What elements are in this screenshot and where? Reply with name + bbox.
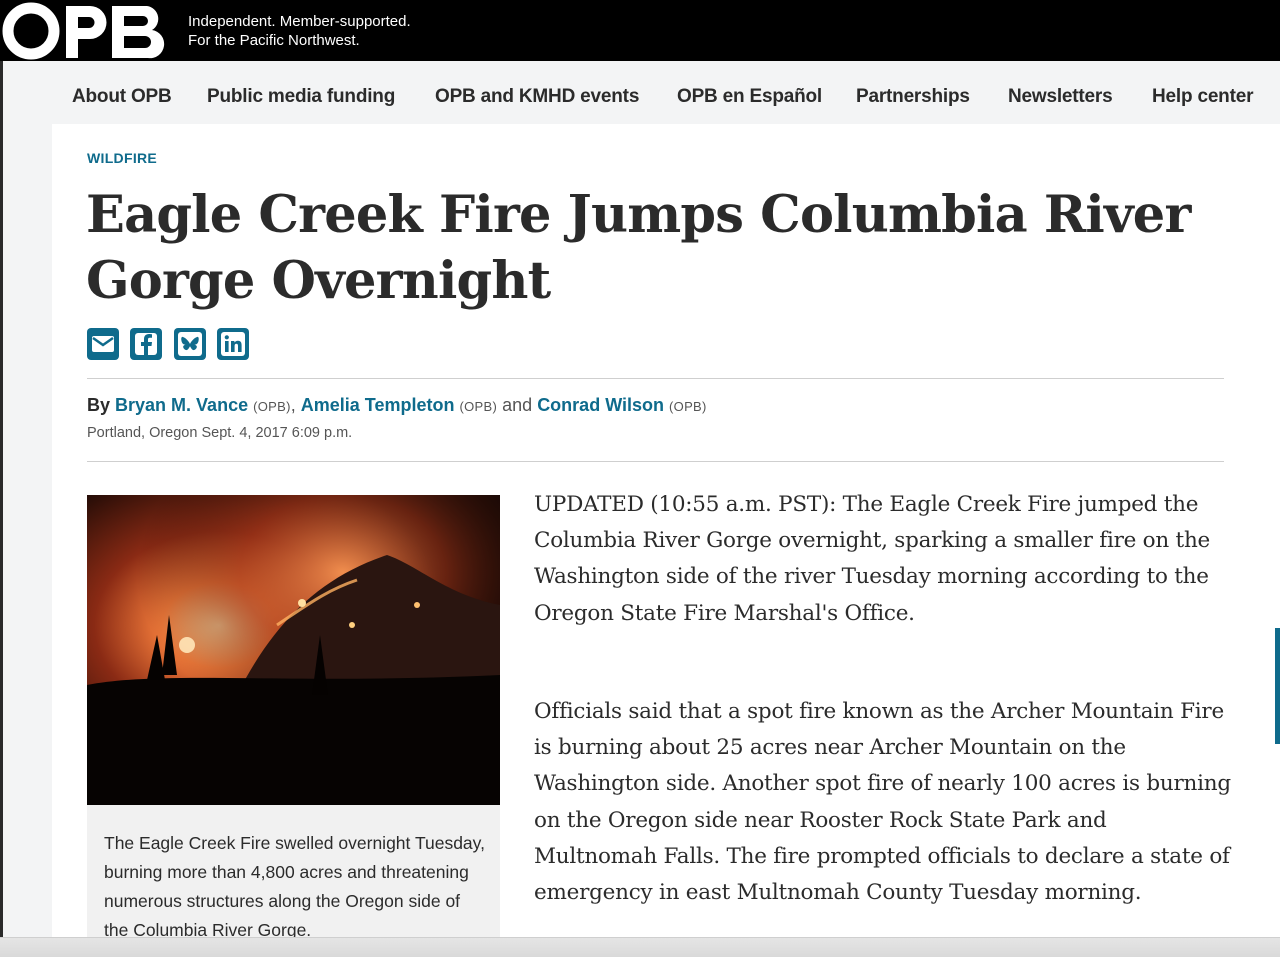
article-title: Eagle Creek Fire Jumps Columbia River Go… (86, 185, 1191, 311)
byline-comma: , (290, 395, 296, 415)
nav-about-opb[interactable]: About OPB (72, 86, 172, 108)
nav-help-center[interactable]: Help center (1152, 86, 1253, 108)
linkedin-share-button[interactable] (217, 328, 249, 360)
section-kicker[interactable]: WILDFIRE (87, 150, 157, 166)
email-icon (92, 336, 114, 352)
photo-caption-box: The Eagle Creek Fire swelled overnight T… (87, 805, 500, 957)
article-dateline: Portland, Oregon Sept. 4, 2017 6:09 p.m. (87, 425, 353, 441)
site-header: Independent. Member-supported. For the P… (0, 0, 1280, 61)
site-tagline: Independent. Member-supported. For the P… (188, 12, 411, 50)
author-org-1: (OPB) (253, 399, 291, 414)
window-bottom-edge (0, 937, 1280, 957)
nav-public-media-funding[interactable]: Public media funding (207, 86, 395, 108)
bluesky-share-button[interactable] (174, 328, 206, 360)
photo-caption: The Eagle Creek Fire swelled overnight T… (104, 833, 485, 940)
main-nav: About OPB Public media funding OPB and K… (52, 72, 1280, 124)
author-link-1[interactable]: Bryan M. Vance (115, 395, 248, 415)
linkedin-icon (221, 332, 245, 356)
tagline-line-1: Independent. Member-supported. (188, 13, 411, 30)
nav-partnerships[interactable]: Partnerships (856, 86, 970, 108)
article-paragraph-1: UPDATED (10:55 a.m. PST): The Eagle Cree… (534, 492, 1211, 626)
author-org-2: (OPB) (459, 399, 498, 414)
author-link-2[interactable]: Amelia Templeton (301, 395, 455, 415)
byline: By Bryan M. Vance (OPB), Amelia Templeto… (87, 395, 707, 416)
article-paragraph-2: Officials said that a spot fire known as… (534, 699, 1231, 906)
scrollbar-thumb[interactable] (1275, 628, 1280, 744)
email-share-button[interactable] (87, 328, 119, 360)
author-org-3: (OPB) (669, 399, 707, 414)
tagline-line-2: For the Pacific Northwest. (188, 32, 360, 49)
byline-by: By (87, 395, 111, 415)
byline-and: and (502, 395, 533, 415)
facebook-icon (135, 333, 157, 355)
nav-opb-kmhd-events[interactable]: OPB and KMHD events (435, 86, 639, 108)
article-photo[interactable] (87, 495, 500, 805)
opb-logo[interactable] (2, 2, 174, 60)
divider-bottom (87, 461, 1224, 462)
bluesky-icon (178, 332, 202, 356)
wildfire-photo-illustration (87, 495, 500, 805)
window-edge (0, 61, 3, 957)
divider-top (87, 378, 1224, 379)
nav-opb-en-espanol[interactable]: OPB en Español (677, 86, 822, 108)
author-link-3[interactable]: Conrad Wilson (537, 395, 664, 415)
nav-newsletters[interactable]: Newsletters (1008, 86, 1113, 108)
facebook-share-button[interactable] (130, 328, 162, 360)
